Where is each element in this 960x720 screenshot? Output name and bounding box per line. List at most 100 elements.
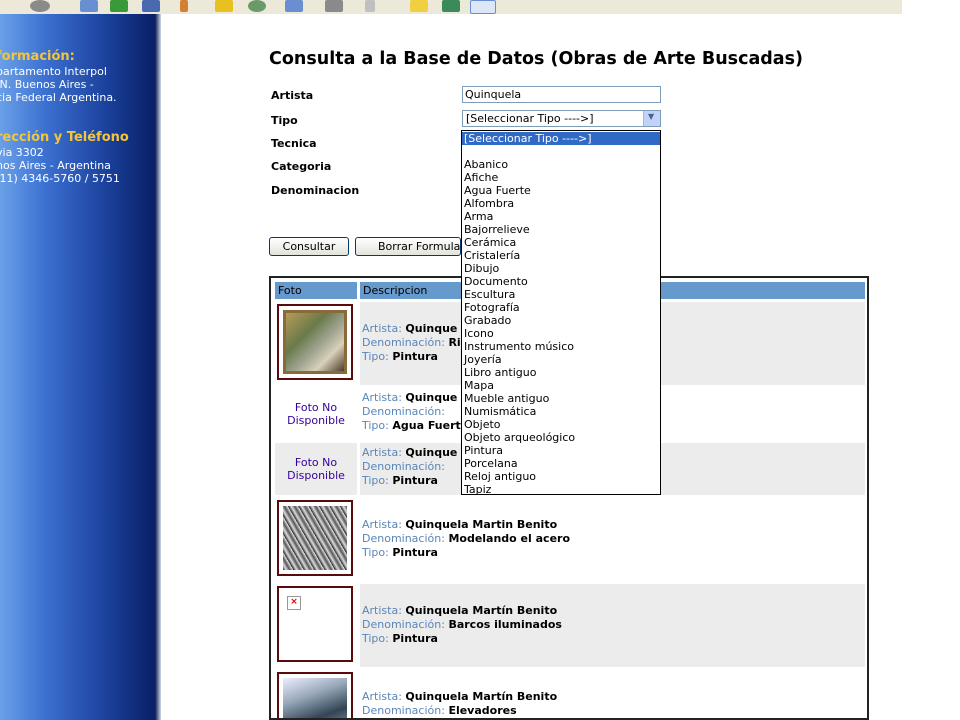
no-photo-text-1: Foto No: [294, 456, 338, 469]
artista-key: Artista:: [362, 322, 402, 335]
artista-label: Artista: [271, 89, 314, 102]
refresh-icon[interactable]: [110, 0, 128, 12]
tipo-key: Tipo:: [362, 474, 389, 487]
tipo-value: Pintura: [392, 474, 438, 487]
contact-heading: rección y Teléfono: [0, 130, 129, 145]
sidebar: formación: partamento Interpol .N. Bueno…: [0, 14, 155, 720]
tipo-option[interactable]: Objeto: [462, 418, 660, 431]
borrar-formulario-button[interactable]: Borrar Formulario: [355, 237, 461, 256]
photo-cell: ×: [275, 584, 357, 667]
tipo-key: Tipo:: [362, 419, 389, 432]
tipo-label: Tipo: [271, 114, 298, 127]
mail-icon[interactable]: [285, 0, 303, 12]
no-photo-text-2: Disponible: [287, 469, 345, 482]
no-photo-text-1: Foto No: [294, 401, 338, 414]
history-icon[interactable]: [248, 0, 266, 12]
artwork-thumbnail[interactable]: ×: [277, 586, 353, 662]
note-icon[interactable]: [410, 0, 428, 12]
denominacion-key: Denominación:: [362, 532, 445, 545]
tipo-select[interactable]: [Seleccionar Tipo ---->]: [462, 110, 661, 127]
tipo-option[interactable]: [462, 145, 660, 158]
tipo-value: Pintura: [392, 350, 438, 363]
tipo-dropdown-list[interactable]: [Seleccionar Tipo ---->] Abanico Afiche Agu…: [461, 130, 661, 495]
photo-cell: [275, 498, 357, 581]
denominacion-key: Denominación:: [362, 618, 445, 631]
tipo-option[interactable]: Instrumento músico: [462, 340, 660, 353]
tipo-option[interactable]: Libro antiguo: [462, 366, 660, 379]
table-row: × Artista: Quinquela Martín Benito Denom…: [275, 584, 865, 667]
artista-key: Artista:: [362, 604, 402, 617]
no-photo-text-2: Disponible: [287, 414, 345, 427]
tipo-key: Tipo:: [362, 546, 389, 559]
photo-cell: [275, 302, 357, 385]
page-icon[interactable]: [80, 0, 98, 12]
description-cell: Artista: Quinquela Martin Benito Denomin…: [360, 498, 865, 581]
back-icon[interactable]: [30, 0, 50, 12]
tipo-key: Tipo:: [362, 350, 389, 363]
messenger-icon[interactable]: [442, 0, 460, 12]
tipo-option[interactable]: Tapiz: [462, 483, 660, 494]
tipo-option[interactable]: Abanico: [462, 158, 660, 171]
denominacion-value: Barcos iluminados: [448, 618, 562, 631]
denominacion-key: Denominación:: [362, 704, 445, 717]
info-line-3: cia Federal Argentina.: [0, 91, 117, 104]
artwork-thumbnail[interactable]: [277, 500, 353, 576]
tipo-option[interactable]: Mueble antiguo: [462, 392, 660, 405]
artista-value: Quinquela Martín Benito: [405, 690, 558, 703]
artwork-thumbnail[interactable]: [277, 304, 353, 380]
tipo-option[interactable]: Porcelana: [462, 457, 660, 470]
home-icon[interactable]: [142, 0, 160, 12]
denominacion-value: Elevadores: [448, 704, 517, 717]
tipo-value: Pintura: [392, 546, 438, 559]
tipo-option[interactable]: Cristalería: [462, 249, 660, 262]
tipo-option[interactable]: [Seleccionar Tipo ---->]: [462, 132, 660, 145]
tecnica-label: Tecnica: [271, 137, 317, 150]
favorites-star-icon[interactable]: [215, 0, 233, 12]
tipo-option[interactable]: Agua Fuerte: [462, 184, 660, 197]
artista-value: Quinquela Martin Benito: [405, 518, 558, 531]
tipo-option[interactable]: Mapa: [462, 379, 660, 392]
denominacion-value: Ri: [448, 336, 461, 349]
tipo-option[interactable]: Objeto arqueológico: [462, 431, 660, 444]
tipo-option[interactable]: Dibujo: [462, 262, 660, 275]
contact-line-2: nos Aires - Argentina: [0, 159, 111, 172]
tipo-option[interactable]: Cerámica: [462, 236, 660, 249]
chevron-down-icon[interactable]: [643, 111, 660, 126]
denominacion-value: Modelando el acero: [448, 532, 571, 545]
window-icon[interactable]: [470, 0, 496, 14]
tipo-option[interactable]: Numismática: [462, 405, 660, 418]
tipo-option[interactable]: Icono: [462, 327, 660, 340]
table-row: Artista: Quinquela Martín Benito Denomin…: [275, 670, 865, 718]
tipo-option[interactable]: Documento: [462, 275, 660, 288]
artista-key: Artista:: [362, 446, 402, 459]
artista-value: Quinque: [405, 322, 458, 335]
tipo-option[interactable]: Escultura: [462, 288, 660, 301]
tipo-select-value: [Seleccionar Tipo ---->]: [466, 112, 594, 125]
tipo-option[interactable]: Pintura: [462, 444, 660, 457]
categoria-label: Categoria: [271, 160, 332, 173]
document-icon[interactable]: [365, 0, 375, 12]
consultar-button[interactable]: Consultar: [269, 237, 349, 256]
tipo-option[interactable]: Fotografía: [462, 301, 660, 314]
print-icon[interactable]: [325, 0, 343, 12]
info-line-2: .N. Buenos Aires -: [0, 78, 94, 91]
tipo-value: Pintura: [392, 632, 438, 645]
photo-cell: [275, 670, 357, 718]
edit-icon[interactable]: [180, 0, 188, 12]
info-line-1: partamento Interpol: [0, 65, 107, 78]
artista-key: Artista:: [362, 690, 402, 703]
artista-value: Quinque: [405, 446, 458, 459]
artista-input[interactable]: [462, 86, 661, 103]
tipo-option[interactable]: Grabado: [462, 314, 660, 327]
tipo-option[interactable]: Bajorrelieve: [462, 223, 660, 236]
tipo-option[interactable]: Arma: [462, 210, 660, 223]
photo-cell: Foto No Disponible: [275, 443, 357, 495]
artista-key: Artista:: [362, 518, 402, 531]
tipo-option[interactable]: Alfombra: [462, 197, 660, 210]
artwork-thumbnail[interactable]: [277, 672, 353, 718]
tipo-key: Tipo:: [362, 632, 389, 645]
tipo-option[interactable]: Reloj antiguo: [462, 470, 660, 483]
denominacion-key: Denominación:: [362, 336, 445, 349]
tipo-option[interactable]: Afiche: [462, 171, 660, 184]
tipo-option[interactable]: Joyería: [462, 353, 660, 366]
